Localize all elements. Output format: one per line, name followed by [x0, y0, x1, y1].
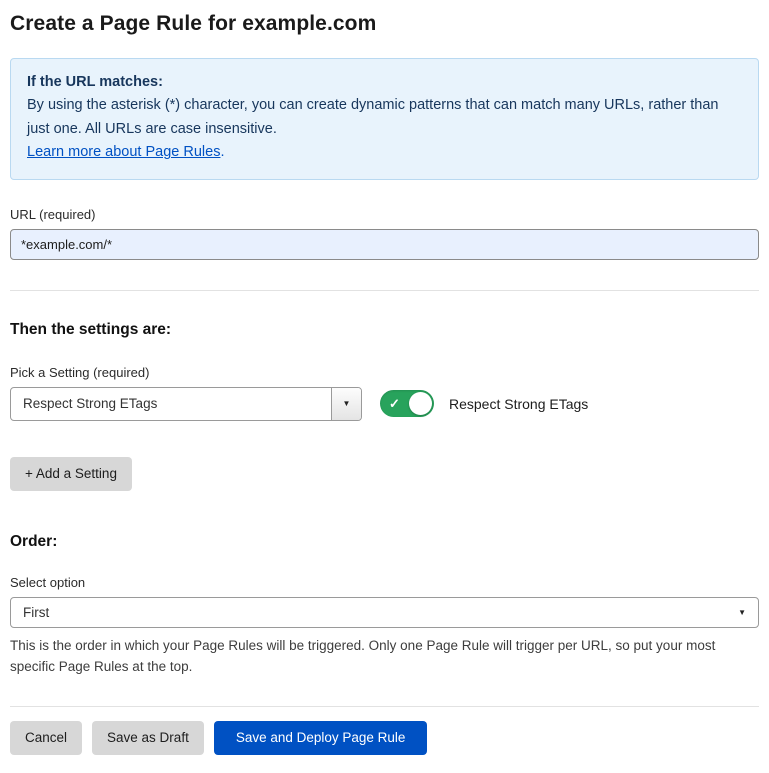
link-suffix: .	[220, 144, 224, 160]
url-input[interactable]	[10, 229, 759, 260]
chevron-down-icon: ▼	[738, 609, 746, 617]
pick-setting-label: Pick a Setting (required)	[10, 365, 759, 380]
url-label: URL (required)	[10, 207, 759, 222]
info-box-body: By using the asterisk (*) character, you…	[27, 94, 742, 141]
setting-select-dropdown-button[interactable]: ▼	[331, 388, 361, 420]
settings-heading: Then the settings are:	[10, 321, 759, 339]
page-title: Create a Page Rule for example.com	[10, 12, 759, 36]
save-deploy-button[interactable]: Save and Deploy Page Rule	[214, 721, 428, 755]
footer-actions: Cancel Save as Draft Save and Deploy Pag…	[10, 721, 759, 755]
page-rule-form: Create a Page Rule for example.com If th…	[0, 0, 769, 773]
setting-toggle[interactable]: ✓	[380, 390, 434, 417]
divider	[10, 706, 759, 707]
setting-row: Respect Strong ETags ▼ ✓ Respect Strong …	[10, 387, 759, 421]
check-icon: ✓	[389, 396, 400, 412]
info-link-row: Learn more about Page Rules.	[27, 141, 742, 164]
info-box-heading: If the URL matches:	[27, 71, 742, 94]
chevron-down-icon: ▼	[343, 400, 351, 408]
toggle-knob	[409, 392, 432, 415]
setting-select[interactable]: Respect Strong ETags ▼	[10, 387, 362, 421]
setting-select-value: Respect Strong ETags	[11, 388, 331, 420]
order-select-value: First	[23, 605, 49, 620]
setting-toggle-group: ✓ Respect Strong ETags	[380, 390, 588, 417]
cancel-button[interactable]: Cancel	[10, 721, 82, 755]
learn-more-link[interactable]: Learn more about Page Rules	[27, 144, 220, 160]
url-match-info-box: If the URL matches: By using the asteris…	[10, 58, 759, 180]
order-heading: Order:	[10, 533, 759, 551]
setting-toggle-label: Respect Strong ETags	[449, 396, 588, 412]
order-select-label: Select option	[10, 575, 759, 590]
order-select[interactable]: First ▼	[10, 597, 759, 628]
add-setting-button[interactable]: + Add a Setting	[10, 457, 132, 491]
save-draft-button[interactable]: Save as Draft	[92, 721, 204, 755]
order-help-text: This is the order in which your Page Rul…	[10, 636, 759, 678]
divider	[10, 290, 759, 291]
